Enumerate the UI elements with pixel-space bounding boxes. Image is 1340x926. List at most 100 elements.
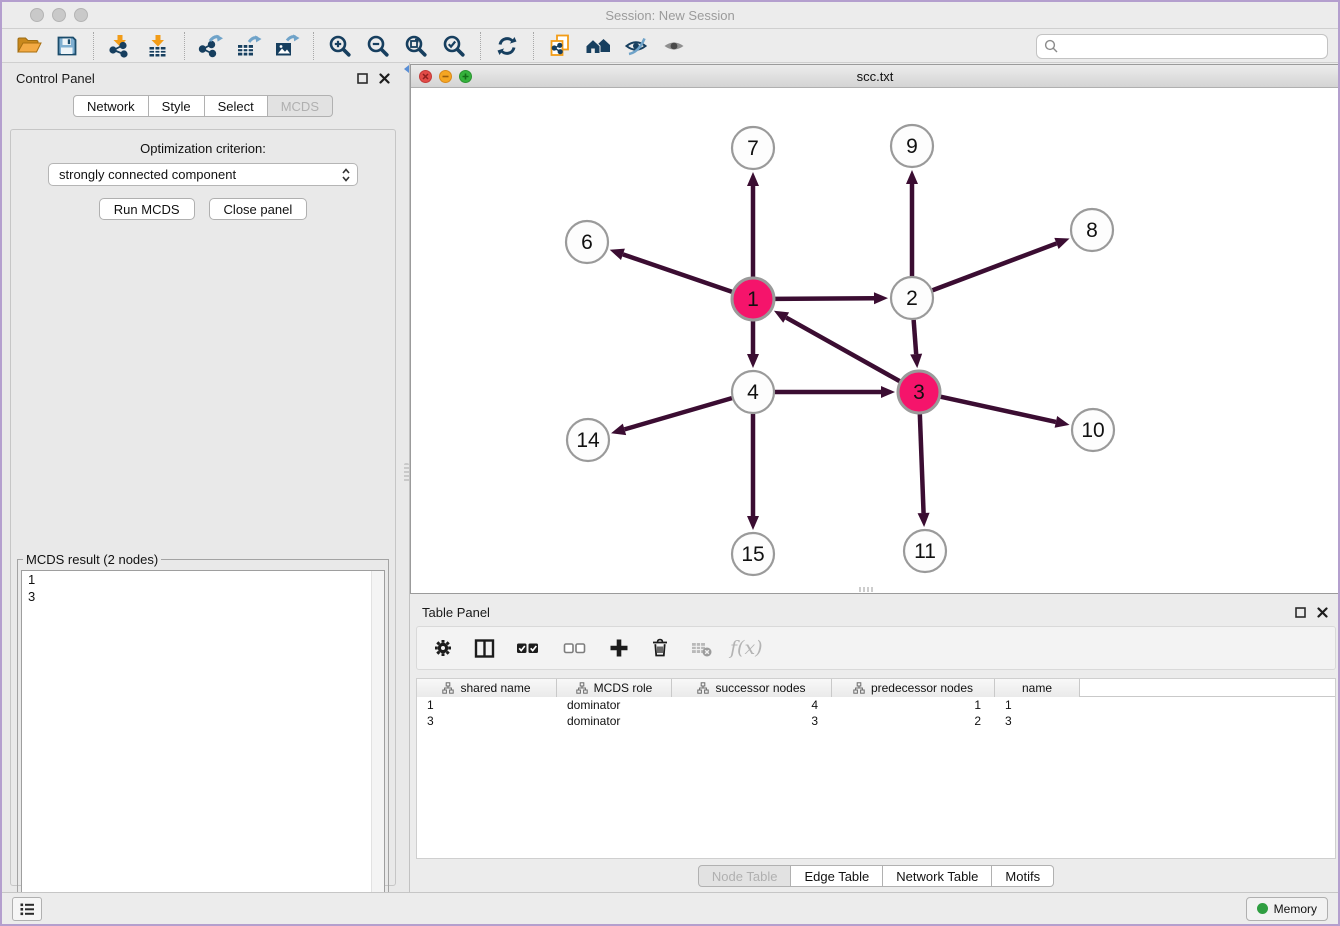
tab-select[interactable]: Select: [205, 95, 268, 117]
zoom-selected-button[interactable]: [435, 31, 473, 61]
graph-edge-4-15[interactable]: [747, 414, 759, 530]
ndex-home-button[interactable]: [579, 31, 617, 61]
new-network-from-selection-button[interactable]: [541, 31, 579, 61]
network-frame-titlebar[interactable]: scc.txt: [411, 65, 1339, 88]
export-image-button[interactable]: [268, 31, 306, 61]
graph-node-2[interactable]: 2: [891, 277, 933, 319]
delete-column-button[interactable]: [648, 636, 672, 660]
table-settings-button[interactable]: [431, 636, 455, 660]
horizontal-splitter-grip[interactable]: [859, 587, 875, 592]
select-chevrons-icon: [341, 167, 351, 183]
graph-edge-1-6[interactable]: [610, 249, 732, 292]
splitter-collapse-arrow-icon[interactable]: [404, 65, 409, 73]
graph-edge-3-1[interactable]: [774, 311, 900, 382]
graph-node-14[interactable]: 14: [567, 419, 609, 461]
search-field[interactable]: [1036, 34, 1328, 59]
search-input[interactable]: [1063, 38, 1320, 55]
houses-icon: [585, 34, 611, 58]
table-row[interactable]: 1dominator411: [417, 697, 1335, 713]
import-table-button[interactable]: [139, 31, 177, 61]
svg-text:11: 11: [914, 540, 936, 563]
float-table-panel-button[interactable]: [1292, 604, 1308, 620]
column-header-mcds-role[interactable]: MCDS role: [557, 679, 672, 697]
tab-network[interactable]: Network: [73, 95, 149, 117]
tab-style[interactable]: Style: [149, 95, 205, 117]
svg-text:8: 8: [1086, 219, 1098, 242]
network-view-frame: scc.txt 7 9 6 8 1 2 4 3 14 10 15 11: [410, 64, 1340, 594]
export-table-icon: [236, 34, 262, 58]
graph-node-10[interactable]: 10: [1072, 409, 1114, 451]
export-network-button[interactable]: [192, 31, 230, 61]
frame-maximize-button[interactable]: [459, 70, 472, 83]
window-close-button[interactable]: [30, 8, 44, 22]
graph-edge-3-10[interactable]: [940, 397, 1069, 428]
graph-node-11[interactable]: 11: [904, 530, 946, 572]
criterion-select[interactable]: strongly connected component: [48, 163, 358, 186]
delete-table-button-disabled: [689, 636, 713, 660]
graph-node-3[interactable]: 3: [898, 371, 940, 413]
graph-node-1[interactable]: 1: [732, 278, 774, 320]
graph-edge-1-4[interactable]: [747, 321, 759, 368]
graph-node-6[interactable]: 6: [566, 221, 608, 263]
table-cell: dominator: [557, 697, 672, 713]
graph-edge-1-7[interactable]: [747, 172, 759, 277]
window-zoom-button[interactable]: [74, 8, 88, 22]
control-panel-tabs: NetworkStyleSelectMCDS: [2, 95, 404, 117]
create-column-button[interactable]: [607, 636, 631, 660]
frame-close-button[interactable]: [419, 70, 432, 83]
run-mcds-button[interactable]: Run MCDS: [99, 198, 195, 220]
window-minimize-button[interactable]: [52, 8, 66, 22]
tab-edge-table[interactable]: Edge Table: [791, 865, 883, 887]
tab-node-table[interactable]: Node Table: [698, 865, 792, 887]
close-panel-button[interactable]: [376, 70, 392, 86]
network-canvas[interactable]: 7 9 6 8 1 2 4 3 14 10 15 11: [411, 88, 1339, 593]
splitter-grip[interactable]: [404, 463, 409, 483]
save-session-button[interactable]: [48, 31, 86, 61]
table-row[interactable]: 3dominator323: [417, 713, 1335, 729]
graph-node-7[interactable]: 7: [732, 127, 774, 169]
task-history-button[interactable]: [12, 897, 42, 921]
zoom-fit-button[interactable]: [397, 31, 435, 61]
close-mcds-button[interactable]: Close panel: [209, 198, 308, 220]
svg-text:6: 6: [581, 231, 593, 254]
result-scrollbar[interactable]: [371, 571, 384, 926]
show-all-button[interactable]: [655, 31, 693, 61]
select-all-button[interactable]: [513, 636, 543, 660]
column-header-successor-nodes[interactable]: successor nodes: [672, 679, 832, 697]
tab-motifs[interactable]: Motifs: [992, 865, 1054, 887]
graph-edge-4-14[interactable]: [611, 398, 732, 435]
export-table-button[interactable]: [230, 31, 268, 61]
graph-edge-2-9[interactable]: [906, 170, 918, 276]
deselect-all-button[interactable]: [560, 636, 590, 660]
unchecked-boxes-icon: [563, 638, 587, 658]
float-panel-button[interactable]: [354, 70, 370, 86]
close-table-panel-button[interactable]: [1314, 604, 1330, 620]
open-session-button[interactable]: [10, 31, 48, 61]
table-cell: 3: [417, 713, 557, 729]
zoom-out-button[interactable]: [359, 31, 397, 61]
criterion-value: strongly connected component: [59, 167, 341, 182]
graph-node-15[interactable]: 15: [732, 533, 774, 575]
column-header-shared-name[interactable]: shared name: [417, 679, 557, 697]
tab-mcds[interactable]: MCDS: [268, 95, 333, 117]
graph-node-9[interactable]: 9: [891, 125, 933, 167]
graph-edge-2-8[interactable]: [933, 238, 1070, 290]
graph-edge-2-3[interactable]: [910, 320, 922, 368]
zoom-in-button[interactable]: [321, 31, 359, 61]
import-network-button[interactable]: [101, 31, 139, 61]
hide-unselected-button[interactable]: [617, 31, 655, 61]
mcds-result-list[interactable]: 13: [21, 570, 385, 926]
show-column-panel-button[interactable]: [472, 636, 496, 660]
graph-edge-4-3[interactable]: [775, 386, 895, 398]
column-header-predecessor-nodes[interactable]: predecessor nodes: [832, 679, 995, 697]
frame-minimize-button[interactable]: [439, 70, 452, 83]
apply-layout-button[interactable]: [488, 31, 526, 61]
memory-button[interactable]: Memory: [1246, 897, 1328, 921]
graph-edge-1-2[interactable]: [775, 292, 888, 304]
graph-node-8[interactable]: 8: [1071, 209, 1113, 251]
graph-node-4[interactable]: 4: [732, 371, 774, 413]
tab-network-table[interactable]: Network Table: [883, 865, 992, 887]
column-header-label: MCDS role: [594, 681, 653, 695]
graph-edge-3-11[interactable]: [918, 414, 930, 527]
column-header-name[interactable]: name: [995, 679, 1080, 697]
